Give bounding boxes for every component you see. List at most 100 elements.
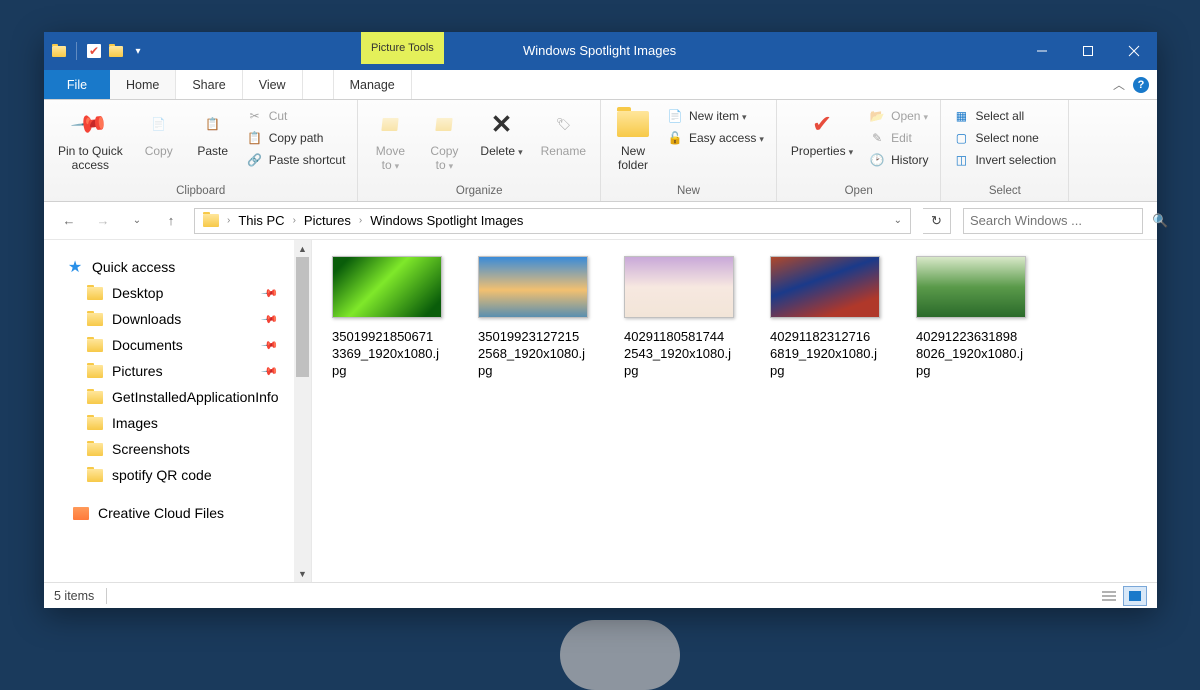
- cut-button[interactable]: ✂Cut: [243, 106, 350, 126]
- copy-to-button[interactable]: Copy to: [420, 104, 468, 173]
- separator: [106, 588, 107, 604]
- file-name: 402912236318988026_1920x1080.jpg: [916, 328, 1038, 379]
- ribbon-group-open: ✔ Properties 📂Open ✎Edit 🕑History Open: [777, 100, 942, 201]
- select-all-label: Select all: [975, 109, 1024, 123]
- sidebar-item-getinstalledapplicationinfo[interactable]: GetInstalledApplicationInfo: [44, 384, 291, 410]
- select-none-button[interactable]: ▢Select none: [949, 128, 1060, 148]
- copy-icon: 📄: [143, 108, 175, 140]
- folder-icon: [86, 362, 104, 380]
- file-item[interactable]: 350199231272152568_1920x1080.jpg: [478, 256, 600, 379]
- minimize-button[interactable]: [1019, 32, 1065, 70]
- sidebar-item-quick-access[interactable]: ★ Quick access: [44, 254, 291, 280]
- invert-selection-icon: ◫: [953, 152, 969, 168]
- collapse-ribbon-icon[interactable]: ︿: [1113, 76, 1125, 93]
- new-folder-button[interactable]: New folder: [609, 104, 657, 172]
- close-button[interactable]: [1111, 32, 1157, 70]
- file-item[interactable]: 402911823127166819_1920x1080.jpg: [770, 256, 892, 379]
- invert-selection-button[interactable]: ◫Invert selection: [949, 150, 1060, 170]
- pin-to-quick-access-button[interactable]: 📌 Pin to Quick access: [52, 104, 129, 172]
- details-view-button[interactable]: [1097, 586, 1121, 606]
- ribbon: 📌 Pin to Quick access 📄 Copy 📋 Paste ✂Cu…: [44, 100, 1157, 202]
- breadcrumb-pictures[interactable]: Pictures: [300, 213, 355, 228]
- edit-button[interactable]: ✎Edit: [865, 128, 932, 148]
- separator: [76, 42, 77, 60]
- paste-shortcut-button[interactable]: 🔗Paste shortcut: [243, 150, 350, 170]
- copy-to-label: Copy to: [430, 144, 458, 173]
- sidebar-item-images[interactable]: Images: [44, 410, 291, 436]
- new-item-button[interactable]: 📄New item: [663, 106, 768, 126]
- copy-path-icon: 📋: [247, 130, 263, 146]
- file-item[interactable]: 402911805817442543_1920x1080.jpg: [624, 256, 746, 379]
- search-input[interactable]: [970, 213, 1146, 228]
- recent-locations-icon[interactable]: ⌄: [126, 210, 148, 232]
- sidebar-item-downloads[interactable]: Downloads📌: [44, 306, 291, 332]
- group-label-clipboard: Clipboard: [52, 185, 349, 199]
- chevron-right-icon[interactable]: ›: [225, 215, 232, 226]
- sidebar-item-creative-cloud[interactable]: Creative Cloud Files: [44, 500, 291, 526]
- breadcrumb-root-icon[interactable]: [199, 214, 223, 227]
- history-label: History: [891, 153, 928, 167]
- open-button[interactable]: 📂Open: [865, 106, 932, 126]
- file-grid[interactable]: 350199218506713369_1920x1080.jpg35019923…: [312, 240, 1157, 582]
- chevron-right-icon[interactable]: ›: [291, 215, 298, 226]
- breadcrumb-dropdown-icon[interactable]: ⌄: [894, 215, 906, 226]
- tab-view[interactable]: View: [243, 70, 303, 99]
- paste-label: Paste: [197, 144, 228, 158]
- search-icon: 🔍: [1152, 213, 1168, 229]
- address-bar: ← → ⌄ ↑ › This PC › Pictures › Windows S…: [44, 202, 1157, 240]
- breadcrumb-this-pc[interactable]: This PC: [234, 213, 288, 228]
- paste-shortcut-label: Paste shortcut: [269, 153, 346, 167]
- history-button[interactable]: 🕑History: [865, 150, 932, 170]
- thumbnails-view-button[interactable]: [1123, 586, 1147, 606]
- paste-button[interactable]: 📋 Paste: [189, 104, 237, 158]
- chevron-right-icon[interactable]: ›: [357, 215, 364, 226]
- sidebar-item-pictures[interactable]: Pictures📌: [44, 358, 291, 384]
- move-to-button[interactable]: Move to: [366, 104, 414, 173]
- forward-button[interactable]: →: [92, 210, 114, 232]
- sidebar-item-screenshots[interactable]: Screenshots: [44, 436, 291, 462]
- select-all-button[interactable]: ▦Select all: [949, 106, 1060, 126]
- help-icon[interactable]: ?: [1133, 77, 1149, 93]
- qat-customize-icon[interactable]: ▾: [129, 42, 147, 60]
- copy-path-button[interactable]: 📋Copy path: [243, 128, 350, 148]
- tab-home[interactable]: Home: [110, 70, 176, 99]
- scroll-up-icon[interactable]: ▲: [294, 240, 311, 257]
- rename-button[interactable]: 🏷 Rename: [535, 104, 592, 158]
- sidebar-item-label: Documents: [112, 337, 183, 353]
- delete-button[interactable]: ✕ Delete: [474, 104, 528, 159]
- file-item[interactable]: 402912236318988026_1920x1080.jpg: [916, 256, 1038, 379]
- properties-button[interactable]: ✔ Properties: [785, 104, 859, 159]
- ribbon-tabs: File Home Share View Manage ︿ ?: [44, 70, 1157, 100]
- sidebar-item-spotify-qr-code[interactable]: spotify QR code: [44, 462, 291, 488]
- sidebar-item-label: Screenshots: [112, 441, 190, 457]
- window-controls: [1019, 32, 1157, 70]
- file-item[interactable]: 350199218506713369_1920x1080.jpg: [332, 256, 454, 379]
- ribbon-group-organize: Move to Copy to ✕ Delete 🏷 Rename Organi…: [358, 100, 601, 201]
- up-button[interactable]: ↑: [160, 210, 182, 232]
- tab-file[interactable]: File: [44, 70, 110, 99]
- sidebar-item-desktop[interactable]: Desktop📌: [44, 280, 291, 306]
- breadcrumb-current[interactable]: Windows Spotlight Images: [366, 213, 527, 228]
- properties-icon[interactable]: ✔: [85, 42, 103, 60]
- back-button[interactable]: ←: [58, 210, 80, 232]
- easy-access-button[interactable]: 🔓Easy access: [663, 128, 768, 148]
- sidebar-item-documents[interactable]: Documents📌: [44, 332, 291, 358]
- tab-share[interactable]: Share: [176, 70, 242, 99]
- refresh-button[interactable]: ↻: [923, 208, 951, 234]
- copy-button[interactable]: 📄 Copy: [135, 104, 183, 158]
- move-to-label: Move to: [376, 144, 405, 173]
- new-folder-icon[interactable]: [107, 42, 125, 60]
- breadcrumb[interactable]: › This PC › Pictures › Windows Spotlight…: [194, 208, 911, 234]
- scroll-thumb[interactable]: [296, 257, 309, 377]
- pin-icon: 📌: [261, 310, 280, 329]
- group-label-new: New: [609, 185, 768, 199]
- rename-label: Rename: [541, 144, 586, 158]
- properties-label: Properties: [791, 144, 853, 159]
- search-box[interactable]: 🔍: [963, 208, 1143, 234]
- maximize-button[interactable]: [1065, 32, 1111, 70]
- tab-manage[interactable]: Manage: [333, 70, 412, 99]
- sidebar-scrollbar[interactable]: ▲ ▼: [294, 240, 311, 582]
- scroll-down-icon[interactable]: ▼: [294, 565, 311, 582]
- explorer-window: ✔ ▾ Picture Tools Windows Spotlight Imag…: [44, 32, 1157, 608]
- context-tab-picture-tools[interactable]: Picture Tools: [361, 32, 444, 64]
